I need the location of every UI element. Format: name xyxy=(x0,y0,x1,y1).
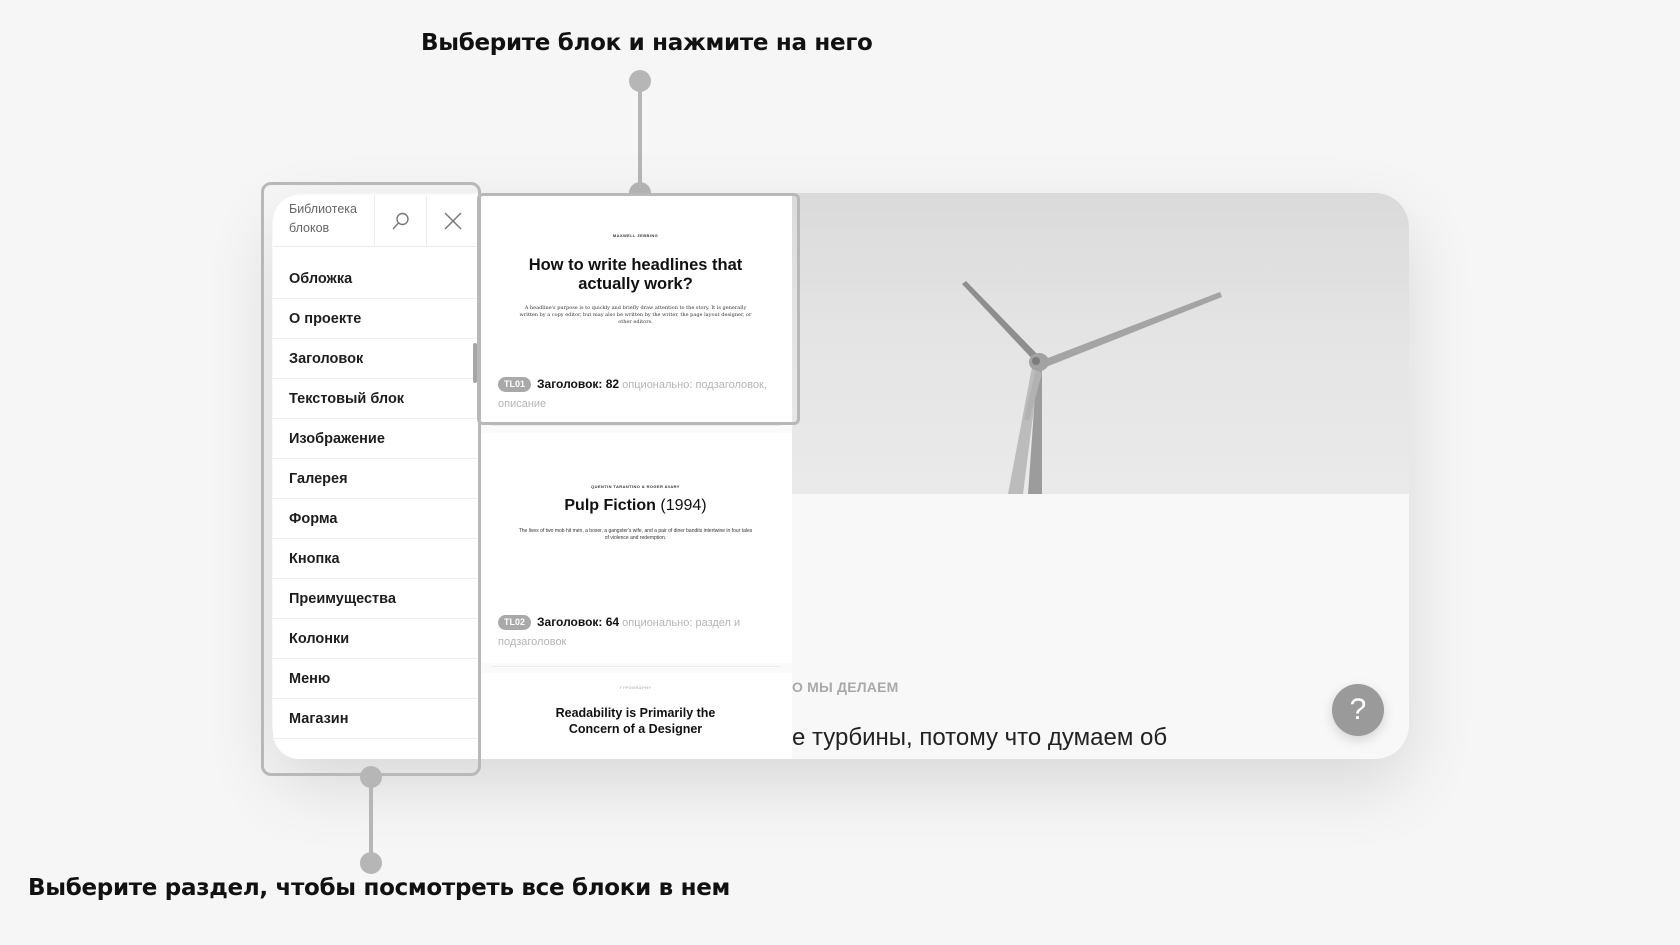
annotation-select-section: Выберите раздел, чтобы посмотреть все бл… xyxy=(28,875,730,901)
wind-turbine-image xyxy=(792,193,1409,494)
divider xyxy=(491,666,780,667)
block-preview-tl03[interactable]: TYPOGRAPHY Readability is Primarily the … xyxy=(479,673,792,759)
preview-description: The lives of two mob hit men, a boxer, a… xyxy=(518,528,753,541)
highlight-frame-sidebar xyxy=(261,182,481,776)
connector-top-line xyxy=(638,80,642,192)
block-optional-note: опционально: раздел и подзаголовок xyxy=(498,617,741,648)
block-count: Заголовок: 64 xyxy=(537,615,620,629)
section-label: О МЫ ДЕЛАЕМ xyxy=(792,679,899,695)
annotation-select-block: Выберите блок и нажмите на него xyxy=(421,30,873,56)
block-code-badge: TL02 xyxy=(498,615,532,630)
block-preview-tl02[interactable]: QUENTIN TARANTINO & ROGER AVARY Pulp Fic… xyxy=(479,433,792,663)
preview-headline-title: Pulp Fiction xyxy=(564,497,656,514)
block-meta: TL02 Заголовок: 64 опционально: раздел и … xyxy=(498,613,768,652)
preview-headline-year: (1994) xyxy=(660,497,707,514)
help-button[interactable]: ? xyxy=(1332,684,1384,736)
divider xyxy=(491,425,780,426)
section-text: е турбины, потому что думаем об xyxy=(792,724,1168,751)
preview-headline: Pulp Fiction (1994) xyxy=(499,496,772,516)
highlight-frame-block xyxy=(477,193,800,425)
preview-headline: Readability is Primarily the Concern of … xyxy=(555,706,716,736)
connector-bottom-dot xyxy=(360,852,382,874)
preview-kicker: QUENTIN TARANTINO & ROGER AVARY xyxy=(591,484,680,489)
preview-kicker: TYPOGRAPHY xyxy=(619,685,652,690)
connector-bottom-line xyxy=(369,776,373,862)
